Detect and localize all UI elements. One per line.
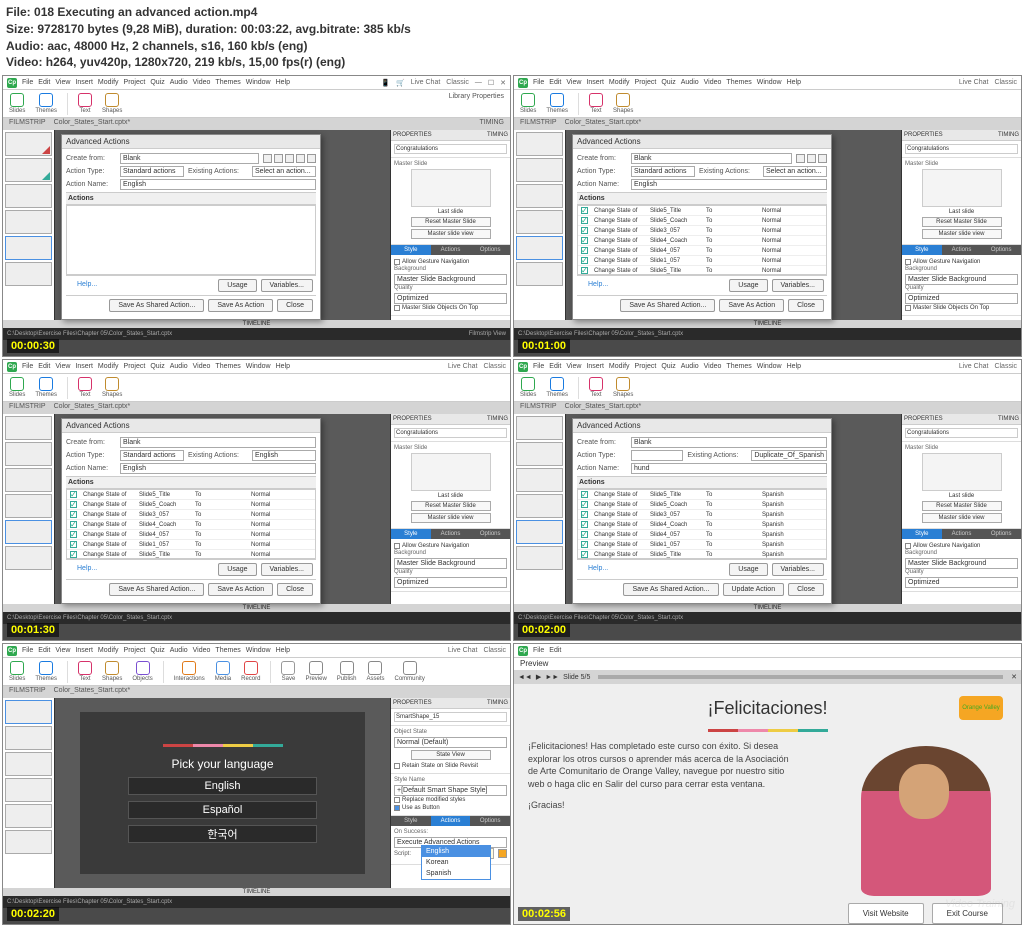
frame-1: Cp FileEditViewInsertModifyProjectQuizAu…: [2, 75, 511, 357]
person-photo: [861, 746, 991, 896]
filmstrip: [3, 130, 55, 320]
preview-slide: Orange Valley ¡Felicitaciones! ¡Felicita…: [514, 684, 1021, 925]
properties-panel: PROPERTIESTIMING Congratulations Master …: [390, 130, 510, 320]
preview-controls: ◄◄ ▶ ►► Slide 5/5 ✕: [514, 670, 1021, 684]
master-view-button[interactable]: Master slide view: [411, 229, 491, 239]
slide-thumb[interactable]: [5, 262, 52, 286]
preview-window-title: Preview: [520, 659, 548, 669]
frame-2: CpFileEditViewInsertModifyProjectQuizAud…: [513, 75, 1022, 357]
slides-tool[interactable]: Slides: [9, 93, 25, 114]
orange-valley-badge: Orange Valley: [959, 696, 1003, 720]
toolbar: Slides Themes Text Shapes LibraryPropert…: [3, 90, 510, 118]
espanol-button[interactable]: Español: [128, 801, 316, 819]
save-shared-button[interactable]: Save As Shared Action...: [109, 299, 204, 312]
action-name-input[interactable]: English: [120, 179, 316, 190]
slide-thumb[interactable]: [5, 210, 52, 234]
themes-tool[interactable]: Themes: [35, 93, 57, 114]
text-tool[interactable]: Text: [78, 93, 92, 114]
create-from-select[interactable]: Blank: [120, 153, 259, 164]
play-icon[interactable]: ▶: [536, 673, 541, 681]
timestamp: 00:00:30: [7, 339, 59, 353]
help-link[interactable]: Help...: [69, 279, 105, 292]
advanced-actions-dialog: Advanced Actions Create from:Blank Actio…: [572, 134, 832, 320]
slide-thumb[interactable]: [5, 158, 52, 182]
english-button[interactable]: English: [128, 777, 316, 795]
language-slide: Pick your language English Español 한국어: [80, 712, 365, 874]
slide-thumb[interactable]: [5, 184, 52, 208]
master-slide-preview: [411, 169, 491, 207]
existing-actions-select[interactable]: Select an action...: [252, 166, 316, 177]
dialog-icon[interactable]: [263, 154, 272, 163]
frame-5: CpFileEditViewInsertModifyProjectQuizAud…: [2, 643, 511, 925]
script-dropdown[interactable]: English Korean Spanish: [421, 845, 491, 880]
frame-6: CpFileEdit Preview ◄◄ ▶ ►► Slide 5/5 ✕ O…: [513, 643, 1022, 925]
actions-table: [66, 205, 316, 275]
frame-3: CpFileEditViewInsertModifyProjectQuizAud…: [2, 359, 511, 641]
shapes-tool[interactable]: Shapes: [102, 93, 122, 114]
save-action-button[interactable]: Save As Action: [208, 299, 273, 312]
close-button[interactable]: Close: [277, 299, 313, 312]
app-logo-icon: Cp: [7, 78, 17, 88]
prev-icon[interactable]: ◄◄: [518, 674, 532, 681]
variables-button[interactable]: Variables...: [261, 279, 314, 292]
folder-icon[interactable]: [498, 849, 507, 858]
menubar: Cp FileEditViewInsertModifyProjectQuizAu…: [3, 76, 510, 90]
thumbnail-grid: Cp FileEditViewInsertModifyProjectQuizAu…: [0, 75, 1024, 927]
slide-thumb[interactable]: [5, 132, 52, 156]
next-icon[interactable]: ►►: [545, 674, 559, 681]
frame-4: CpFileEditViewInsertModifyProjectQuizAud…: [513, 359, 1022, 641]
visit-website-button[interactable]: Visit Website: [848, 903, 924, 924]
filmstrip-tab: FILMSTRIP: [9, 119, 46, 129]
advanced-actions-dialog: Advanced Actions Create from:Blank Actio…: [61, 134, 321, 320]
file-tab[interactable]: Color_States_Start.cptx*: [54, 119, 131, 129]
close-icon[interactable]: ✕: [1011, 673, 1017, 681]
action-type-select[interactable]: Standard actions: [120, 166, 184, 177]
file-metadata: File: 018 Executing an advanced action.m…: [0, 0, 1024, 75]
usage-button[interactable]: Usage: [218, 279, 256, 292]
reset-master-button[interactable]: Reset Master Slide: [411, 217, 491, 227]
stage: Advanced Actions Create from:Blank Actio…: [55, 130, 390, 320]
korean-button[interactable]: 한국어: [128, 825, 316, 843]
slide-thumb[interactable]: [5, 236, 52, 260]
